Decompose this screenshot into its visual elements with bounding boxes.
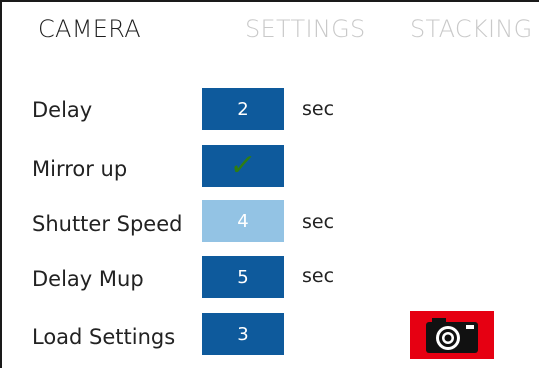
- load-settings-value-button[interactable]: 3: [202, 313, 284, 355]
- shutter-speed-value: 4: [237, 210, 249, 232]
- mirror-up-toggle[interactable]: ✓: [202, 145, 284, 187]
- mirror-up-label: Mirror up: [32, 157, 128, 181]
- tab-settings[interactable]: SETTINGS: [245, 14, 366, 44]
- tab-camera[interactable]: CAMERA: [38, 14, 141, 44]
- shutter-speed-value-button[interactable]: 4: [202, 200, 284, 242]
- delay-mup-unit: sec: [302, 265, 335, 287]
- delay-value-button[interactable]: 2: [202, 88, 284, 130]
- delay-value: 2: [237, 98, 249, 120]
- shutter-speed-label: Shutter Speed: [32, 212, 183, 236]
- load-settings-label: Load Settings: [32, 325, 176, 349]
- tab-stacking[interactable]: STACKING: [410, 14, 533, 44]
- load-settings-value: 3: [237, 323, 249, 345]
- delay-mup-value: 5: [237, 266, 249, 288]
- checkmark-icon: ✓: [228, 148, 259, 183]
- delay-mup-label: Delay Mup: [32, 267, 144, 291]
- camera-trigger-button[interactable]: [410, 311, 494, 359]
- delay-label: Delay: [32, 98, 93, 122]
- shutter-speed-unit: sec: [302, 211, 335, 233]
- delay-mup-value-button[interactable]: 5: [202, 256, 284, 298]
- camera-icon: [426, 318, 478, 353]
- delay-unit: sec: [302, 98, 335, 120]
